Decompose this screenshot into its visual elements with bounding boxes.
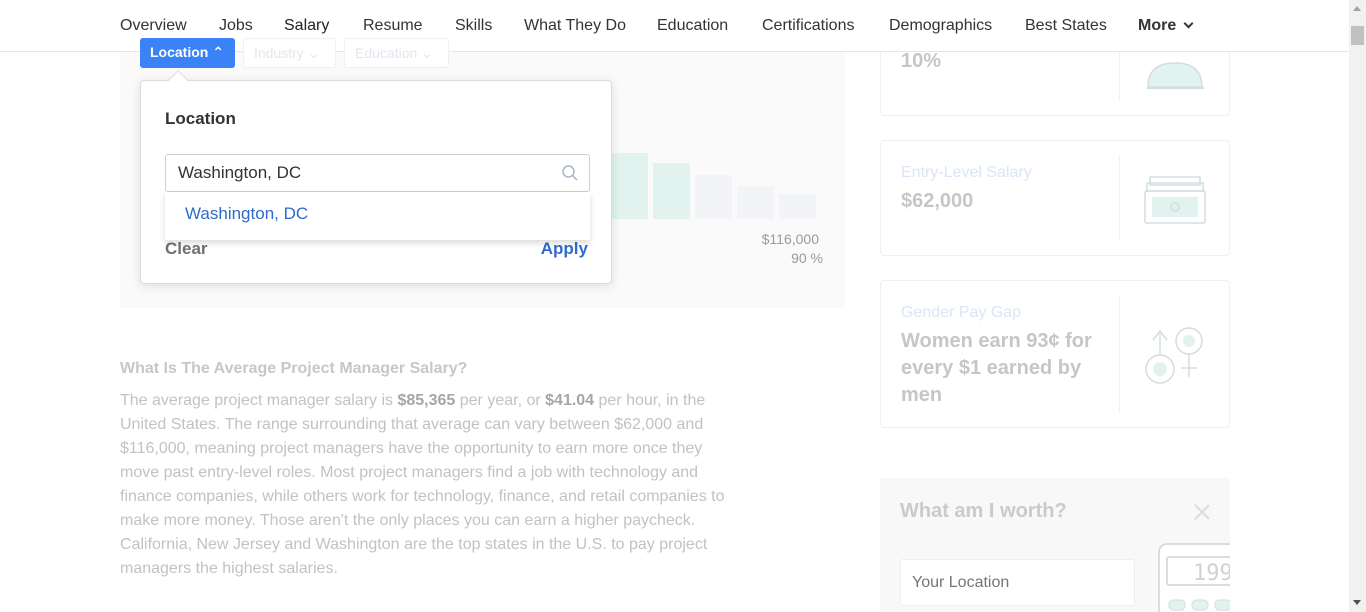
scroll-down-arrow[interactable] <box>1349 595 1366 612</box>
entry-salary-value: $62,000 <box>901 190 974 212</box>
hourly-wage: $41.04 <box>545 392 595 409</box>
location-filter-popup: Location Washington, DC Clear Apply <box>140 70 612 284</box>
high-percentile-label: 90 % <box>791 250 823 266</box>
salary-bar <box>611 153 648 219</box>
card-divider <box>1119 295 1120 413</box>
salary-bar <box>653 163 690 219</box>
location-search-box[interactable] <box>165 154 590 192</box>
salary-bar <box>779 194 816 219</box>
scroll-thumb[interactable] <box>1351 26 1364 45</box>
clear-button[interactable]: Clear <box>165 239 208 259</box>
location-search-input[interactable] <box>178 163 548 183</box>
high-salary-label: $116,000 <box>761 231 819 247</box>
scroll-up-arrow[interactable] <box>1349 0 1366 17</box>
calculator-display: 199 <box>1193 561 1230 586</box>
worth-calculator: What am I worth? 199 <box>880 478 1230 612</box>
money-icon <box>1144 176 1206 224</box>
article-text: per hour, in the United States. The rang… <box>120 392 725 577</box>
article-text: The average project manager salary is <box>120 392 398 409</box>
location-filter-label: Location <box>150 44 209 60</box>
article-body: The average project manager salary is $8… <box>120 389 745 581</box>
tab-resume[interactable]: Resume <box>363 17 423 35</box>
tab-skills[interactable]: Skills <box>455 17 492 35</box>
bell-icon <box>1147 62 1204 89</box>
tab-overview[interactable]: Overview <box>120 17 187 35</box>
education-filter-label: Education <box>355 45 418 61</box>
tab-salary[interactable]: Salary <box>284 17 329 35</box>
location-field[interactable] <box>900 559 1135 606</box>
location-filter-button[interactable]: Location ⌃ <box>140 38 235 68</box>
card-divider <box>1119 45 1120 101</box>
gender-icon <box>1145 327 1203 384</box>
worth-title: What am I worth? <box>900 500 1067 522</box>
average-salary: $85,365 <box>397 392 456 409</box>
chevron-down-icon <box>1183 18 1194 29</box>
more-label: More <box>1138 17 1177 34</box>
tab-certifications[interactable]: Certifications <box>762 17 854 35</box>
gender-gap-value: Women earn 93¢ for every $1 earned by me… <box>901 330 1092 406</box>
education-filter-button[interactable]: Education ⌄ <box>344 38 449 68</box>
calculator-icon: 199 <box>1158 543 1230 612</box>
article-title: What Is The Average Project Manager Sala… <box>120 360 468 377</box>
industry-filter-label: Industry <box>254 45 304 61</box>
gender-gap-label: Gender Pay Gap <box>901 304 1022 321</box>
more-menu-button[interactable]: More <box>1138 17 1194 35</box>
article-text: per year, or <box>455 392 546 409</box>
tab-education[interactable]: Education <box>657 17 728 35</box>
search-icon <box>562 165 578 181</box>
popup-title: Location <box>165 109 236 128</box>
entry-salary-label: Entry-Level Salary <box>901 164 1032 181</box>
salary-bar <box>737 186 774 219</box>
close-icon[interactable] <box>1192 502 1212 522</box>
apply-button[interactable]: Apply <box>541 239 588 259</box>
gender-gap-card: Gender Pay Gap Women earn 93¢ for every … <box>880 280 1230 428</box>
growth-value: 10% <box>901 50 942 72</box>
scrollbar[interactable] <box>1349 0 1366 612</box>
salary-bar <box>695 175 732 219</box>
card-divider <box>1119 155 1120 241</box>
chevron-up-icon: ⌃ <box>212 44 224 60</box>
tab-best-states[interactable]: Best States <box>1025 17 1107 35</box>
tab-what-they-do[interactable]: What They Do <box>524 17 626 35</box>
suggestion-item[interactable]: Washington, DC <box>185 204 308 224</box>
entry-salary-card: Entry-Level Salary $62,000 <box>880 140 1230 256</box>
industry-filter-button[interactable]: Industry ⌄ <box>243 38 336 68</box>
tab-demographics[interactable]: Demographics <box>889 17 992 35</box>
location-suggestions: Washington, DC <box>165 192 590 240</box>
tab-jobs[interactable]: Jobs <box>219 17 253 35</box>
